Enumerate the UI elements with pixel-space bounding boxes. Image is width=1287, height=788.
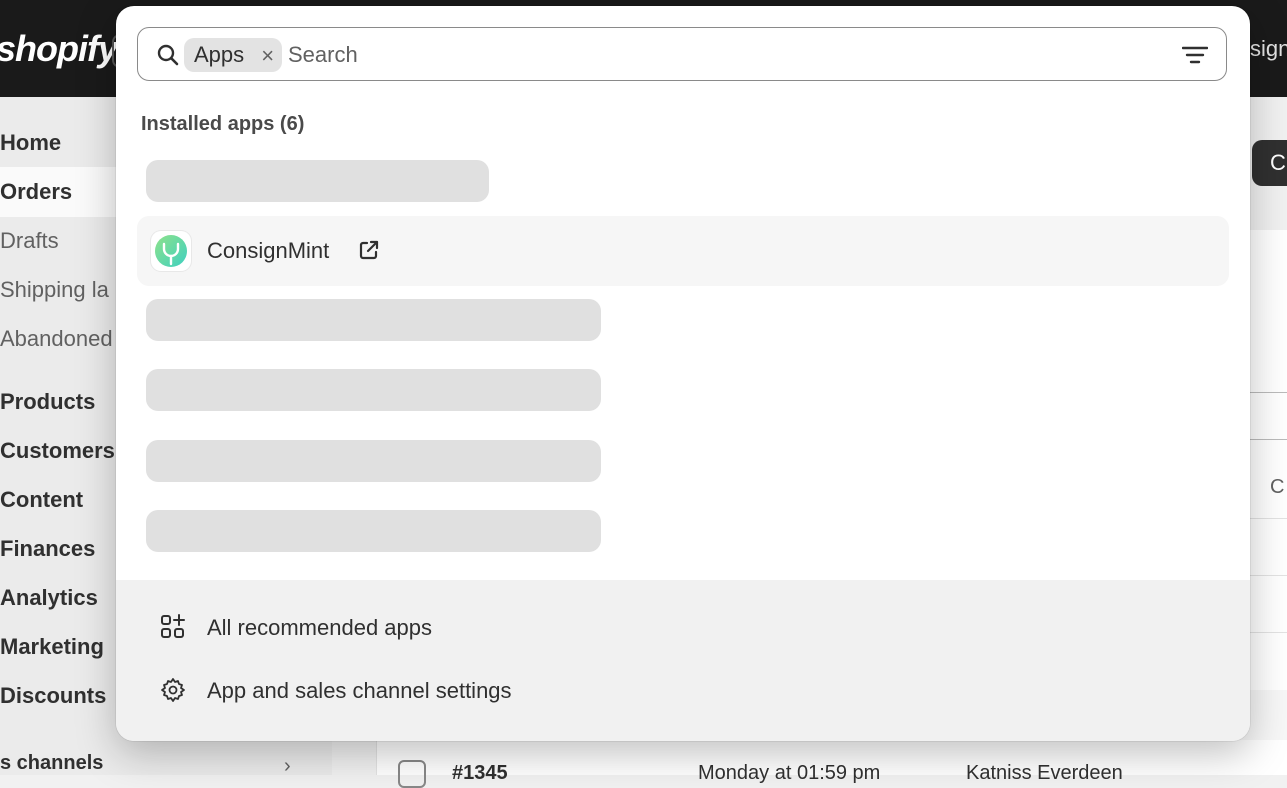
external-link-icon bbox=[359, 240, 379, 260]
account-name[interactable]: sign bbox=[1250, 36, 1287, 62]
loading-placeholder bbox=[146, 369, 601, 411]
all-recommended-apps-link[interactable]: All recommended apps bbox=[116, 596, 1250, 656]
filter-icon[interactable] bbox=[1182, 44, 1208, 66]
loading-placeholder bbox=[146, 299, 601, 341]
loading-placeholder bbox=[146, 440, 601, 482]
row-checkbox[interactable] bbox=[398, 760, 426, 788]
sidebar-item-discounts[interactable]: Discounts bbox=[0, 683, 106, 709]
apps-filter-chip: Apps × bbox=[184, 38, 283, 73]
sidebar-item-products[interactable]: Products bbox=[0, 389, 95, 415]
recommended-apps-label: All recommended apps bbox=[207, 615, 433, 640]
shopify-logo[interactable]: shopify bbox=[0, 28, 118, 70]
sidebar-item-drafts[interactable]: Drafts bbox=[0, 228, 59, 254]
app-settings-link[interactable]: App and sales channel settings bbox=[116, 659, 1250, 719]
loading-placeholder bbox=[146, 160, 489, 202]
order-customer: Katniss Everdeen bbox=[966, 762, 1123, 784]
create-order-button[interactable]: C bbox=[1252, 140, 1287, 186]
search-icon bbox=[157, 44, 179, 66]
column-header[interactable]: C bbox=[1270, 476, 1284, 499]
sidebar-item-home[interactable]: Home bbox=[0, 130, 61, 156]
order-date: Monday at 01:59 pm bbox=[698, 762, 881, 784]
popover-footer: All recommended apps App and sales chann… bbox=[116, 580, 1250, 741]
sidebar-item-shipping-labels[interactable]: Shipping la bbox=[0, 277, 109, 303]
search-bar: Apps × bbox=[137, 27, 1227, 81]
sidebar-item-orders[interactable]: Orders bbox=[0, 179, 72, 205]
sidebar-item-analytics[interactable]: Analytics bbox=[0, 585, 98, 611]
gear-icon bbox=[161, 678, 185, 702]
loading-placeholder bbox=[146, 510, 601, 552]
sidebar-item-abandoned[interactable]: Abandoned bbox=[0, 326, 113, 352]
app-name: ConsignMint bbox=[207, 238, 330, 263]
search-input[interactable] bbox=[286, 36, 1150, 74]
sidebar-item-content[interactable]: Content bbox=[0, 487, 83, 513]
apps-search-popover: Apps × Installed apps (6) bbox=[116, 6, 1250, 741]
apps-grid-icon bbox=[161, 614, 185, 638]
installed-apps-heading: Installed apps (6) bbox=[141, 113, 305, 135]
sidebar-item-finances[interactable]: Finances bbox=[0, 536, 95, 562]
sidebar-item-marketing[interactable]: Marketing bbox=[0, 634, 104, 660]
close-icon[interactable]: × bbox=[261, 39, 274, 73]
consignmint-app-icon bbox=[151, 231, 191, 271]
settings-label: App and sales channel settings bbox=[207, 678, 512, 703]
chip-label: Apps bbox=[194, 42, 245, 67]
app-row-consignmint[interactable]: ConsignMint bbox=[137, 216, 1229, 286]
sidebar-item-customers[interactable]: Customers bbox=[0, 438, 115, 464]
order-number[interactable]: #1345 bbox=[452, 762, 508, 785]
sidebar-item-sales-channels[interactable]: s channels bbox=[0, 752, 103, 775]
